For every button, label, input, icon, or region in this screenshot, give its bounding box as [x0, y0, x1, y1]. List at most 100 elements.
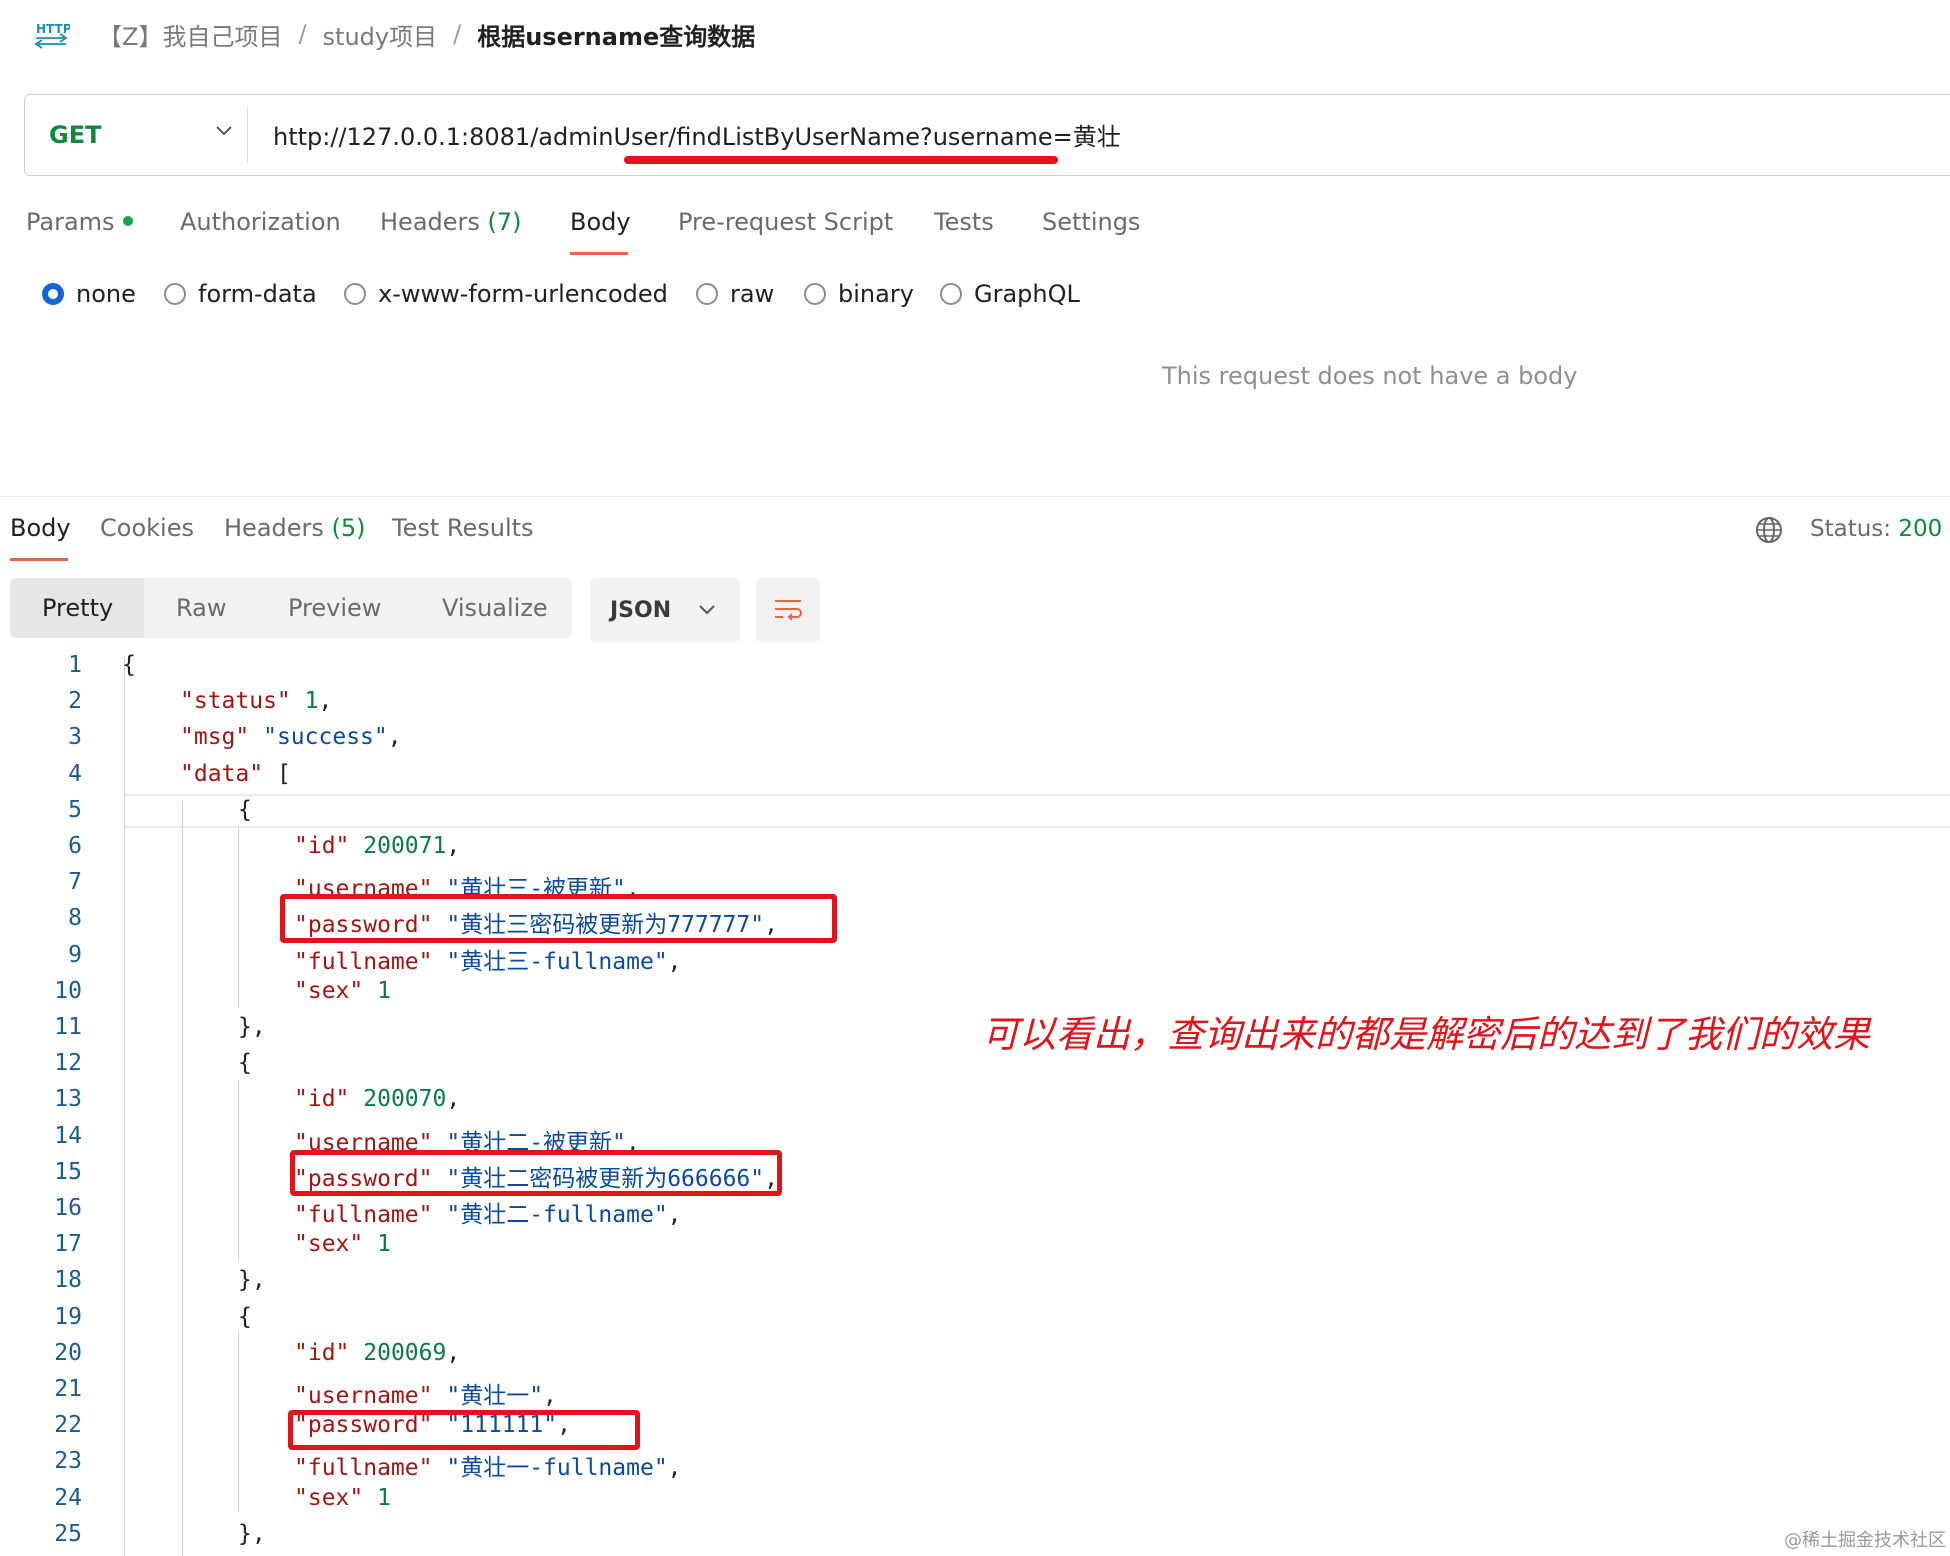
breadcrumb-separator: /	[453, 20, 462, 48]
section-divider	[0, 496, 1950, 497]
code-line: "id" 200070,	[294, 1086, 461, 1113]
code-line: },	[238, 1014, 266, 1040]
line-number: 25	[54, 1520, 82, 1547]
response-tab-body[interactable]: Body	[10, 514, 71, 542]
line-number: 14	[54, 1122, 82, 1149]
code-line: "fullname" "黄壮一-fullname",	[294, 1455, 682, 1482]
indent-guide	[124, 656, 125, 1556]
breadcrumb-collection[interactable]: study项目	[323, 17, 438, 52]
watermark: @稀土掘金技术社区	[1784, 1530, 1946, 1551]
active-response-tab-indicator	[10, 558, 68, 561]
breadcrumb: 【Z】我自己项目 / study项目 / 根据username查询数据	[98, 14, 755, 54]
code-line: "username" "黄壮一",	[294, 1383, 557, 1409]
line-number: 12	[54, 1050, 82, 1077]
view-tab-preview[interactable]: Preview	[288, 578, 381, 638]
line-number: 23	[54, 1448, 82, 1475]
line-number: 5	[68, 796, 82, 823]
chevron-down-icon	[216, 126, 232, 136]
line-number: 6	[68, 833, 82, 859]
line-number: 2	[68, 688, 82, 715]
line-number: 16	[54, 1195, 82, 1221]
radio-circle	[804, 283, 826, 305]
breadcrumb-separator: /	[298, 20, 307, 48]
tab-headers[interactable]: Headers (7)	[380, 208, 522, 236]
indent-guide	[238, 1080, 239, 1260]
radio-none[interactable]: none	[42, 280, 136, 308]
code-line: {	[122, 652, 136, 678]
indent-guide	[238, 828, 239, 1008]
line-number: 15	[54, 1158, 82, 1185]
tab-body[interactable]: Body	[570, 208, 631, 236]
tab-authorization[interactable]: Authorization	[180, 208, 341, 236]
method-select[interactable]: GET	[49, 95, 239, 174]
radio-circle	[940, 283, 962, 305]
line-number: 21	[54, 1376, 82, 1402]
line-number: 13	[54, 1086, 82, 1113]
tab-settings[interactable]: Settings	[1042, 208, 1140, 236]
active-tab-indicator	[570, 252, 628, 255]
tab-prerequest-script[interactable]: Pre-request Script	[678, 208, 893, 236]
url-divider	[247, 107, 248, 163]
line-number: 17	[54, 1231, 82, 1258]
status-code: 200 O	[1898, 516, 1950, 542]
svg-text:HTTP: HTTP	[36, 22, 70, 36]
view-tab-pretty[interactable]: Pretty	[42, 578, 113, 638]
radio-circle	[164, 283, 186, 305]
code-line: "id" 200071,	[294, 833, 461, 859]
radio-graphql[interactable]: GraphQL	[940, 280, 1080, 308]
code-line: "fullname" "黄壮三-fullname",	[294, 948, 682, 975]
code-line: {	[238, 796, 252, 823]
annotation-text: 可以看出，查询出来的都是解密后的达到了我们的效果	[982, 1013, 1870, 1056]
status-indicator: Status: 200 O	[1810, 516, 1950, 542]
radio-urlencoded[interactable]: x-www-form-urlencoded	[344, 280, 668, 308]
response-tab-headers[interactable]: Headers (5)	[224, 514, 366, 542]
response-tab-test-results[interactable]: Test Results	[392, 514, 534, 542]
format-label: JSON	[610, 597, 672, 623]
http-icon: HTTP	[34, 18, 72, 50]
line-number: 1	[68, 652, 82, 678]
empty-body-message: This request does not have a body	[1162, 362, 1578, 390]
format-select[interactable]: JSON	[590, 578, 740, 642]
code-line: "sex" 1	[294, 1231, 391, 1258]
radio-binary[interactable]: binary	[804, 280, 914, 308]
red-highlight-box	[280, 894, 837, 943]
code-line: "sex" 1	[294, 977, 391, 1004]
radio-circle	[42, 283, 64, 305]
radio-form-data[interactable]: form-data	[164, 280, 317, 308]
wrap-icon	[775, 600, 802, 621]
code-line: },	[238, 1520, 266, 1547]
params-indicator-dot	[122, 216, 133, 226]
line-number: 22	[54, 1412, 82, 1439]
code-line: "data" [	[180, 760, 291, 787]
tab-tests[interactable]: Tests	[934, 208, 994, 236]
indent-guide	[238, 1332, 239, 1512]
red-underline-annotation	[624, 156, 1058, 164]
response-tab-cookies[interactable]: Cookies	[100, 514, 194, 542]
code-line: {	[238, 1050, 252, 1077]
globe-icon[interactable]	[1754, 515, 1784, 549]
view-mode-tabs: Pretty Raw Preview Visualize	[10, 578, 572, 638]
indent-guide	[182, 801, 183, 1556]
chevron-down-icon	[699, 605, 715, 615]
radio-raw[interactable]: raw	[696, 280, 774, 308]
view-tab-visualize[interactable]: Visualize	[442, 578, 548, 638]
line-number: 8	[68, 905, 82, 932]
tab-params[interactable]: Params	[26, 208, 133, 236]
line-number: 4	[68, 760, 82, 787]
request-title[interactable]: 根据username查询数据	[477, 17, 755, 52]
breadcrumb-workspace[interactable]: 【Z】我自己项目	[98, 17, 282, 52]
line-number: 24	[54, 1484, 82, 1511]
line-number: 19	[54, 1303, 82, 1330]
method-label: GET	[49, 120, 102, 149]
code-line: "sex" 1	[294, 1484, 391, 1511]
code-line: "id" 200069,	[294, 1339, 461, 1366]
red-highlight-box	[290, 1150, 782, 1196]
line-number: 11	[54, 1014, 82, 1040]
line-number: 3	[68, 724, 82, 751]
line-number: 18	[54, 1267, 82, 1294]
view-tab-raw[interactable]: Raw	[176, 578, 226, 638]
line-number: 20	[54, 1339, 82, 1366]
wrap-lines-button[interactable]	[756, 578, 820, 642]
radio-circle	[696, 283, 718, 305]
radio-circle	[344, 283, 366, 305]
